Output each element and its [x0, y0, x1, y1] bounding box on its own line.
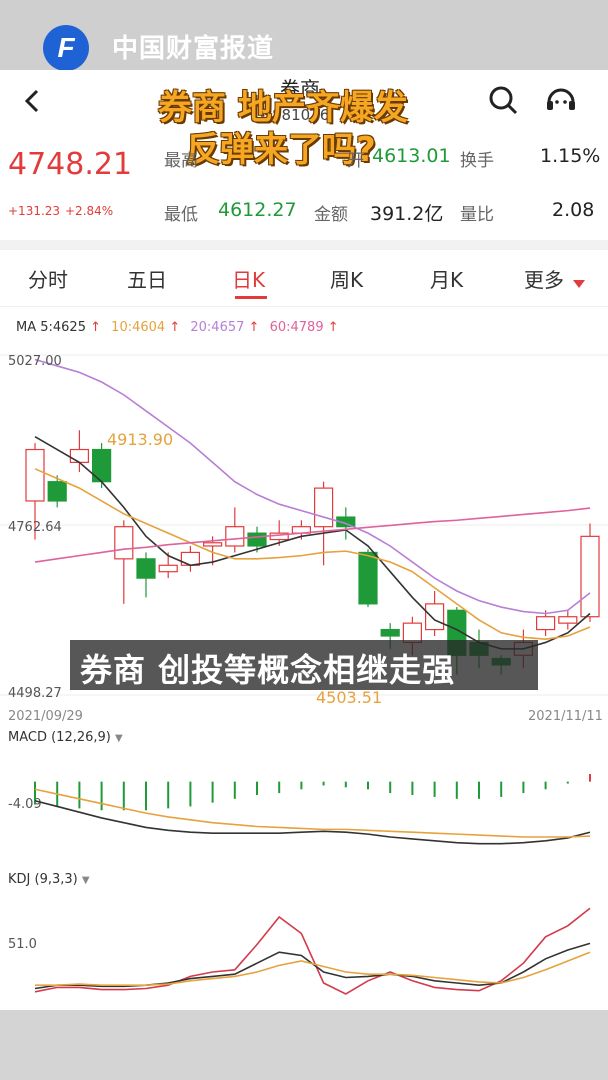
marked-high: 4913.90: [107, 430, 174, 449]
candle: [47, 481, 67, 502]
candle: [25, 448, 45, 502]
search-icon[interactable]: [487, 84, 519, 116]
kdj-label-text: KDJ (9,3,3): [8, 872, 78, 887]
tab-divider: [0, 306, 608, 307]
ma5-label: MA 5:4625: [16, 320, 86, 335]
ma20-label: 20:4657: [190, 320, 245, 335]
low-label: 最低: [164, 205, 198, 225]
price-change: +131.23: [8, 204, 61, 218]
amount-label: 金额: [314, 205, 348, 225]
price-axis-top: 5027.00: [8, 354, 62, 369]
end-date: 2021/11/11: [528, 709, 603, 724]
ma5-arrow: ↑: [90, 320, 102, 335]
candle: [535, 616, 556, 631]
open-label: 开: [347, 151, 364, 171]
candle: [380, 628, 400, 637]
macd-label-text: MACD (12,26,9): [8, 730, 111, 745]
logo-text: 中国财富报道: [112, 34, 275, 64]
kdj-label[interactable]: KDJ (9,3,3) ▼: [8, 872, 90, 887]
macd-label[interactable]: MACD (12,26,9) ▼: [8, 730, 123, 745]
ratio-value: 2.08: [552, 199, 595, 221]
tab-weekly-k[interactable]: 周K: [330, 264, 363, 293]
candle: [247, 532, 267, 547]
candle: [114, 526, 134, 560]
bottom-band: [0, 1010, 608, 1080]
divider: [0, 240, 608, 250]
watermark-band: [0, 0, 608, 70]
candle: [203, 542, 223, 547]
candle: [425, 603, 445, 631]
customer-service-icon[interactable]: [543, 82, 579, 118]
candle: [225, 526, 245, 547]
macd-chart[interactable]: [0, 748, 608, 863]
price-axis-mid: 4762.64: [8, 520, 62, 535]
low-value: 4612.27: [218, 199, 297, 221]
candle: [358, 551, 378, 605]
candle: [580, 535, 600, 618]
open-value: 4613.01: [372, 145, 451, 167]
ma-line-ma20: [34, 358, 591, 615]
turnover-value: 1.15%: [540, 145, 601, 167]
price-axis-bottom: 4498.27: [8, 686, 62, 701]
logo-letter: F: [57, 32, 75, 63]
candle: [136, 558, 156, 579]
ma60-arrow: ↑: [327, 320, 339, 335]
ma10-label: 10:4604: [111, 320, 166, 335]
kdj-dropdown-icon[interactable]: ▼: [82, 875, 90, 886]
candle: [69, 448, 90, 463]
candle: [314, 487, 334, 528]
candle: [158, 564, 178, 573]
candle: [558, 616, 578, 624]
logo-icon: F: [43, 25, 89, 71]
tab-five-day[interactable]: 五日: [127, 264, 167, 293]
ratio-label: 量比: [460, 205, 494, 225]
tab-minute[interactable]: 分时: [28, 264, 68, 293]
back-icon[interactable]: [18, 86, 48, 116]
amount-value: 391.2亿: [370, 203, 444, 225]
tab-daily-k[interactable]: 日K: [232, 264, 265, 293]
macd-dropdown-icon[interactable]: ▼: [115, 733, 123, 744]
tab-active-indicator: [235, 296, 267, 299]
ma60-label: 60:4789: [269, 320, 324, 335]
tab-more[interactable]: 更多: [524, 264, 564, 293]
kdj-chart[interactable]: [0, 890, 608, 1010]
macd-dea-line: [34, 788, 591, 838]
ma-legend: MA 5:4625 ↑ 10:4604 ↑ 20:4657 ↑ 60:4789 …: [16, 320, 339, 335]
start-date: 2021/09/29: [8, 709, 83, 724]
ma20-arrow: ↑: [248, 320, 260, 335]
subtitle-text: 券商 创投等概念相继走强: [80, 651, 456, 689]
price-change-pct: +2.84%: [65, 204, 114, 218]
turnover-label: 换手: [460, 151, 494, 171]
high-label: 最高: [164, 151, 198, 171]
ma10-arrow: ↑: [169, 320, 181, 335]
chevron-down-icon[interactable]: [573, 273, 585, 288]
current-price: 4748.21: [8, 147, 133, 182]
tab-monthly-k[interactable]: 月K: [430, 264, 463, 293]
